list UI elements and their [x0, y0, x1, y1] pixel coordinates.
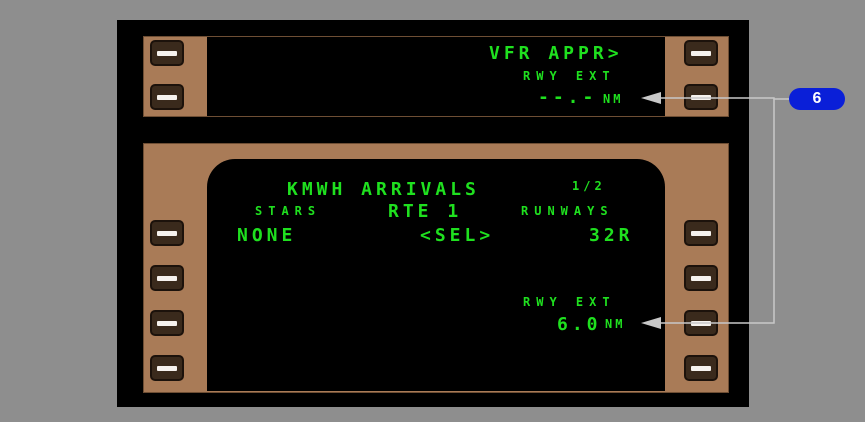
callout-lines	[641, 92, 790, 329]
callout-badge: 6	[789, 88, 845, 110]
callout-arrow-upper	[641, 92, 661, 104]
callout-arrow-lower	[641, 317, 661, 329]
